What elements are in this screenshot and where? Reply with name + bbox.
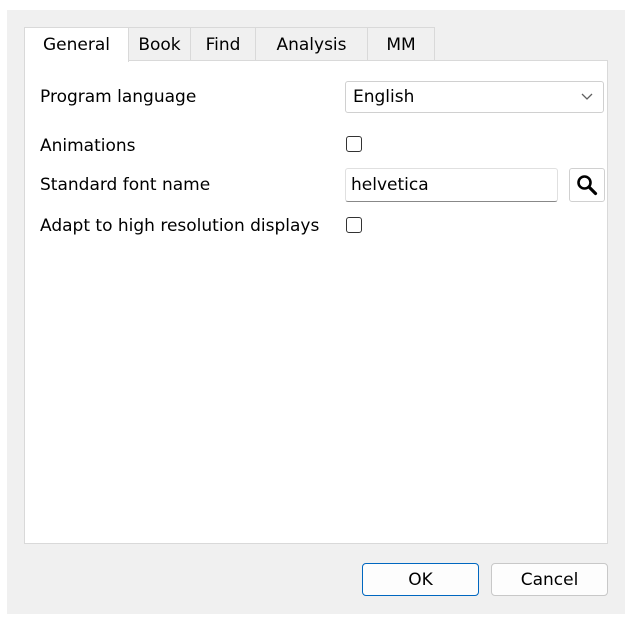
cancel-button[interactable]: Cancel: [491, 563, 608, 596]
tab-bar: General Book Find Analysis MM: [24, 27, 435, 62]
program-language-select[interactable]: English: [345, 81, 604, 113]
font-search-button[interactable]: [569, 168, 605, 202]
chevron-down-icon: [581, 93, 593, 100]
tab-general[interactable]: General: [24, 27, 129, 62]
standard-font-name-input[interactable]: [345, 168, 558, 202]
tab-analysis[interactable]: Analysis: [256, 27, 368, 61]
animations-checkbox[interactable]: [346, 136, 362, 152]
animations-label: Animations: [40, 136, 136, 156]
program-language-label: Program language: [40, 87, 197, 107]
tab-mm[interactable]: MM: [368, 27, 435, 61]
program-language-value: English: [353, 87, 415, 107]
tab-book[interactable]: Book: [129, 27, 191, 61]
high-resolution-label: Adapt to high resolution displays: [40, 216, 320, 236]
ok-button[interactable]: OK: [362, 563, 479, 596]
general-settings-panel: [24, 60, 608, 544]
high-resolution-checkbox[interactable]: [346, 217, 362, 233]
tab-find[interactable]: Find: [191, 27, 256, 61]
search-icon: [577, 175, 598, 196]
standard-font-name-label: Standard font name: [40, 175, 211, 195]
